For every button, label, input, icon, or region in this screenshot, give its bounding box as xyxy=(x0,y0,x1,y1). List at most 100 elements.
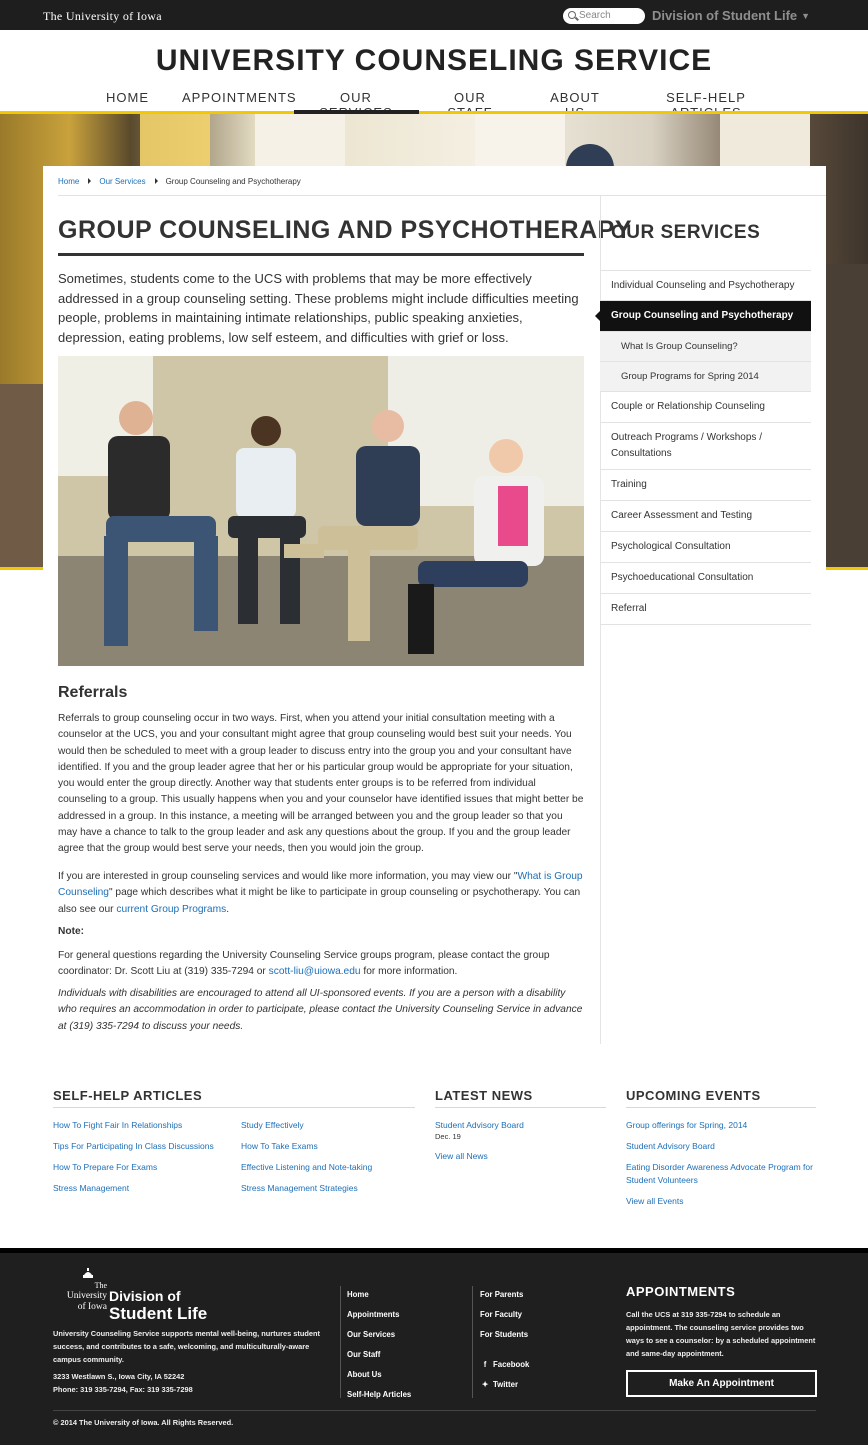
latest-news-divider xyxy=(435,1107,606,1108)
view-all-news-link[interactable]: View all News xyxy=(435,1150,488,1163)
sidebar-item-group-counseling[interactable]: Group Counseling and Psychotherapy xyxy=(595,301,811,332)
footer-link-for-students[interactable]: For Students xyxy=(480,1330,528,1339)
event-link[interactable]: Student Advisory Board xyxy=(626,1140,715,1153)
twitter-icon: ✦ xyxy=(481,1380,489,1389)
footer-link-for-parents[interactable]: For Parents xyxy=(480,1290,523,1299)
footer-link-home[interactable]: Home xyxy=(347,1290,369,1299)
sidebar-item-training[interactable]: Training xyxy=(600,470,811,501)
self-help-link[interactable]: How To Prepare For Exams xyxy=(53,1161,157,1174)
footer-column-divider xyxy=(340,1286,341,1398)
nav-home[interactable]: HOME xyxy=(106,90,148,112)
event-link[interactable]: Eating Disorder Awareness Advocate Progr… xyxy=(626,1161,821,1187)
footer-link-for-faculty[interactable]: For Faculty xyxy=(480,1310,522,1319)
twitter-label: Twitter xyxy=(493,1380,518,1389)
chevron-down-icon: ▼ xyxy=(801,11,811,21)
division-menu[interactable]: Division of Student Life ▼ xyxy=(652,8,810,23)
self-help-link[interactable]: Tips For Participating In Class Discussi… xyxy=(53,1140,214,1153)
nav-our-staff[interactable]: OUR STAFF xyxy=(438,90,502,120)
sidebar-item-referral[interactable]: Referral xyxy=(600,594,811,625)
university-logo[interactable]: The University of Iowa xyxy=(43,9,162,24)
sidebar-item-psychoeducational-consultation[interactable]: Psychoeducational Consultation xyxy=(600,563,811,594)
logo-division-line: Student Life xyxy=(109,1304,208,1323)
footer-column-divider xyxy=(472,1286,473,1398)
news-date: Dec. 19 xyxy=(435,1132,461,1141)
self-help-link[interactable]: Stress Management Strategies xyxy=(241,1182,358,1195)
breadcrumb-home[interactable]: Home xyxy=(58,177,79,186)
facebook-label: Facebook xyxy=(493,1360,530,1369)
footer-division-wordmark: Division of Student Life xyxy=(109,1288,207,1322)
content-card: Home Our Services Group Counseling and Psy… xyxy=(43,166,826,1046)
sidebar-item-couple-counseling[interactable]: Couple or Relationship Counseling xyxy=(600,392,811,423)
logo-univ-line: University xyxy=(66,1291,107,1301)
upcoming-events-title: UPCOMING EVENTS xyxy=(626,1088,761,1103)
sidebar-item-psychological-consultation[interactable]: Psychological Consultation xyxy=(600,532,811,563)
intro-paragraph: Sometimes, students come to the UCS with… xyxy=(58,271,579,345)
footer-link-twitter[interactable]: ✦ Twitter xyxy=(480,1380,518,1389)
sidebar-item-what-is-group-counseling[interactable]: What Is Group Counseling? xyxy=(600,332,811,362)
footer-link-about-us[interactable]: About Us xyxy=(347,1370,382,1379)
group-photo-illustration xyxy=(58,356,584,666)
self-help-title: SELF-HELP ARTICLES xyxy=(53,1088,203,1103)
footer-link-facebook[interactable]: f Facebook xyxy=(480,1360,530,1369)
search-icon xyxy=(568,11,576,19)
more-info-text: . xyxy=(226,903,230,915)
logo-division-line: Division of xyxy=(109,1288,181,1304)
note-label: Note: xyxy=(58,926,85,937)
self-help-link[interactable]: How To Take Exams xyxy=(241,1140,318,1153)
site-title[interactable]: UNIVERSITY COUNSELING SERVICE xyxy=(0,44,868,78)
contact-paragraph: For general questions regarding the Univ… xyxy=(58,948,584,981)
upcoming-events-divider xyxy=(626,1107,816,1108)
more-info-text: If you are interested in group counselin… xyxy=(58,871,518,882)
site-footer: The University of Iowa Division of Stude… xyxy=(0,1248,868,1445)
footer-description: University Counseling Service supports m… xyxy=(53,1329,320,1364)
self-help-link[interactable]: Stress Management xyxy=(53,1182,129,1195)
self-help-divider xyxy=(53,1107,415,1108)
nav-our-services[interactable]: OUR SERVICES xyxy=(308,90,404,120)
footer-university-wordmark: The University of Iowa xyxy=(53,1274,107,1313)
appointments-title: APPOINTMENTS xyxy=(626,1284,736,1299)
event-link[interactable]: Group offerings for Spring, 2014 xyxy=(626,1119,747,1132)
self-help-link[interactable]: How To Fight Fair In Relationships xyxy=(53,1119,182,1132)
footer-top-line xyxy=(0,1248,868,1253)
self-help-link[interactable]: Effective Listening and Note-taking xyxy=(241,1161,372,1174)
nav-self-help-articles[interactable]: SELF-HELP ARTICLES xyxy=(646,90,766,120)
more-info-paragraph: If you are interested in group counselin… xyxy=(58,869,584,918)
news-item-link[interactable]: Student Advisory Board xyxy=(435,1119,524,1132)
footer-address-block: 3233 Westlawn S., Iowa City, IA 52242 Ph… xyxy=(53,1370,323,1396)
breadcrumb-arrow-icon xyxy=(88,178,92,184)
sidebar-item-group-programs[interactable]: Group Programs for Spring 2014 xyxy=(600,362,811,392)
breadcrumb: Home Our Services Group Counseling and Psy… xyxy=(58,177,301,186)
view-all-events-link[interactable]: View all Events xyxy=(626,1195,683,1208)
footer-link-our-services[interactable]: Our Services xyxy=(347,1330,395,1339)
footer-phone: Phone: 319 335-7294, Fax: 319 335-7298 xyxy=(53,1385,193,1394)
contact-text: for more information. xyxy=(360,966,458,978)
current-group-programs-link[interactable]: current Group Programs xyxy=(116,904,226,915)
sidebar-item-career-assessment[interactable]: Career Assessment and Testing xyxy=(600,501,811,532)
referrals-heading: Referrals xyxy=(58,684,128,701)
nav-about-us[interactable]: ABOUT US xyxy=(545,90,605,120)
logo-univ-line: The xyxy=(94,1281,107,1290)
footer-link-our-staff[interactable]: Our Staff xyxy=(347,1350,380,1359)
footer-bottom-divider xyxy=(53,1410,816,1411)
breadcrumb-our-services[interactable]: Our Services xyxy=(99,177,145,186)
page-title: GROUP COUNSELING AND PSYCHOTHERAPY xyxy=(58,216,633,244)
contact-email-link[interactable]: scott-liu@uiowa.edu xyxy=(269,966,361,977)
search-input[interactable]: Search xyxy=(563,8,645,24)
self-help-link[interactable]: Study Effectively xyxy=(241,1119,304,1132)
breadcrumb-arrow-icon xyxy=(154,178,158,184)
group-session-photo xyxy=(58,356,584,666)
logo-univ-line: of Iowa xyxy=(77,1302,107,1312)
nav-appointments[interactable]: APPOINTMENTS xyxy=(182,90,296,112)
make-appointment-button[interactable]: Make An Appointment xyxy=(626,1370,817,1397)
facebook-icon: f xyxy=(483,1360,487,1369)
footer-address: 3233 Westlawn S., Iowa City, IA 52242 xyxy=(53,1372,185,1381)
breadcrumb-current: Group Counseling and Psychotherapy xyxy=(165,177,301,186)
footer-link-self-help[interactable]: Self-Help Articles xyxy=(347,1390,411,1399)
appointments-text: Call the UCS at 319 335-7294 to schedule… xyxy=(626,1310,816,1358)
latest-news-title: LATEST NEWS xyxy=(435,1088,533,1103)
sidebar-item-outreach-programs[interactable]: Outreach Programs / Workshops / Consulta… xyxy=(600,423,811,470)
disability-note: Individuals with disabilities are encour… xyxy=(58,988,583,1032)
sidebar-item-individual-counseling[interactable]: Individual Counseling and Psychotherapy xyxy=(600,271,811,301)
top-bar: The University of Iowa Search Division o… xyxy=(0,0,868,30)
footer-link-appointments[interactable]: Appointments xyxy=(347,1310,399,1319)
